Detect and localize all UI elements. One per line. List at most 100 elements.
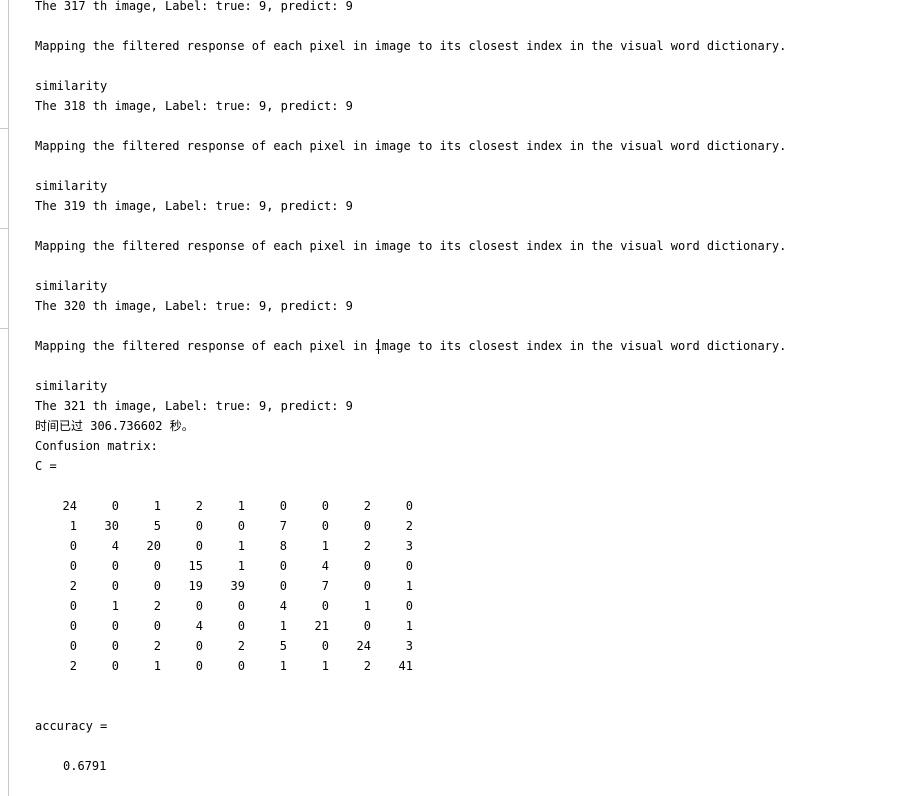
- matrix-cell: 0: [153, 579, 161, 593]
- matrix-cell: 1: [279, 659, 287, 673]
- matrix-cell: 30: [104, 519, 119, 533]
- mapping-message: Mapping the filtered response of each pi…: [35, 139, 787, 153]
- matrix-cell: 1: [237, 499, 245, 513]
- matrix-cell: 5: [279, 639, 287, 653]
- elapsed-time: 时间已过 306.736602 秒。: [35, 419, 194, 433]
- matrix-cell: 0: [195, 539, 203, 553]
- matrix-cell: 0: [363, 559, 371, 573]
- mapping-message: Mapping the filtered response of each pi…: [35, 239, 787, 253]
- matrix-cell: 2: [237, 639, 245, 653]
- matrix-cell: 24: [62, 499, 77, 513]
- matrix-cell: 21: [314, 619, 329, 633]
- matrix-cell: 0: [111, 659, 119, 673]
- matrix-cell: 4: [195, 619, 203, 633]
- matrix-cell: 8: [279, 539, 287, 553]
- matrix-cell: 4: [279, 599, 287, 613]
- matrix-cell: 2: [363, 659, 371, 673]
- matrix-cell: 0: [69, 639, 77, 653]
- image-result-line: The 318 th image, Label: true: 9, predic…: [35, 99, 353, 113]
- matrix-cell: 0: [321, 499, 329, 513]
- matrix-cell: 0: [69, 599, 77, 613]
- image-result-line: The 317 th image, Label: true: 9, predic…: [35, 0, 353, 13]
- matrix-cell: 0: [279, 499, 287, 513]
- matrix-cell: 0: [363, 619, 371, 633]
- matrix-cell: 5: [153, 519, 161, 533]
- matrix-cell: 0: [321, 519, 329, 533]
- matrix-cell: 1: [405, 619, 413, 633]
- matrix-cell: 0: [69, 559, 77, 573]
- matrix-cell: 0: [405, 559, 413, 573]
- accuracy-value: 0.6791: [63, 759, 107, 773]
- matrix-cell: 0: [237, 659, 245, 673]
- matrix-cell: 39: [230, 579, 245, 593]
- matrix-cell: 15: [188, 559, 203, 573]
- gutter-marker: [0, 220, 8, 229]
- matrix-cell: 0: [69, 539, 77, 553]
- matrix-cell: 1: [237, 559, 245, 573]
- matrix-cell: 0: [195, 659, 203, 673]
- matrix-cell: 1: [111, 599, 119, 613]
- image-result-line: The 321 th image, Label: true: 9, predic…: [35, 399, 353, 413]
- image-result-line: The 319 th image, Label: true: 9, predic…: [35, 199, 353, 213]
- matrix-cell: 0: [279, 579, 287, 593]
- matrix-cell: 0: [111, 559, 119, 573]
- matrix-cell: 0: [237, 519, 245, 533]
- matrix-cell: 0: [237, 619, 245, 633]
- matrix-cell: 41: [398, 659, 413, 673]
- matrix-cell: 0: [69, 619, 77, 633]
- matrix-cell: 4: [111, 539, 119, 553]
- matrix-cell: 3: [405, 639, 413, 653]
- matrix-cell: 0: [153, 619, 161, 633]
- matrix-cell: 1: [279, 619, 287, 633]
- matrix-cell: 2: [153, 639, 161, 653]
- matrix-cell: 0: [195, 599, 203, 613]
- matrix-cell: 0: [237, 599, 245, 613]
- image-result-line: The 320 th image, Label: true: 9, predic…: [35, 299, 353, 313]
- matrix-cell: 0: [111, 499, 119, 513]
- matrix-cell: 1: [321, 659, 329, 673]
- matrix-cell: 0: [195, 519, 203, 533]
- matrix-cell: 1: [321, 539, 329, 553]
- matrix-cell: 4: [321, 559, 329, 573]
- accuracy-label: accuracy =: [35, 719, 108, 733]
- mapping-message: Mapping the filtered response of each pi…: [35, 339, 787, 353]
- matrix-cell: 1: [153, 499, 161, 513]
- matrix-cell: 24: [356, 639, 371, 653]
- matrix-cell: 2: [153, 599, 161, 613]
- matrix-cell: 7: [321, 579, 329, 593]
- command-window[interactable]: The 317 th image, Label: true: 9, predic…: [0, 0, 908, 796]
- matrix-cell: 2: [69, 659, 77, 673]
- matrix-cell: 1: [237, 539, 245, 553]
- matrix-cell: 1: [405, 579, 413, 593]
- matrix-cell: 3: [405, 539, 413, 553]
- matrix-cell: 2: [69, 579, 77, 593]
- text-cursor: [378, 339, 379, 354]
- matrix-cell: 1: [153, 659, 161, 673]
- matrix-cell: 0: [363, 519, 371, 533]
- matrix-cell: 7: [279, 519, 287, 533]
- left-gutter: [0, 0, 9, 796]
- matrix-cell: 0: [111, 619, 119, 633]
- matrix-cell: 20: [146, 539, 161, 553]
- matrix-cell: 0: [153, 559, 161, 573]
- matrix-cell: 1: [69, 519, 77, 533]
- matrix-cell: 2: [363, 499, 371, 513]
- mapping-message: Mapping the filtered response of each pi…: [35, 39, 787, 53]
- matrix-cell: 0: [363, 579, 371, 593]
- matrix-cell: 19: [188, 579, 203, 593]
- similarity-label: similarity: [35, 79, 108, 93]
- confusion-matrix-label: Confusion matrix:: [35, 439, 158, 453]
- similarity-label: similarity: [35, 179, 108, 193]
- matrix-cell: 0: [321, 599, 329, 613]
- matrix-cell: 0: [111, 579, 119, 593]
- similarity-label: similarity: [35, 279, 108, 293]
- c-assignment: C =: [35, 459, 57, 473]
- matrix-cell: 0: [111, 639, 119, 653]
- similarity-label: similarity: [35, 379, 108, 393]
- matrix-cell: 2: [363, 539, 371, 553]
- matrix-cell: 0: [195, 639, 203, 653]
- gutter-marker: [0, 320, 8, 329]
- matrix-cell: 0: [405, 599, 413, 613]
- gutter-marker: [0, 120, 8, 129]
- matrix-cell: 0: [279, 559, 287, 573]
